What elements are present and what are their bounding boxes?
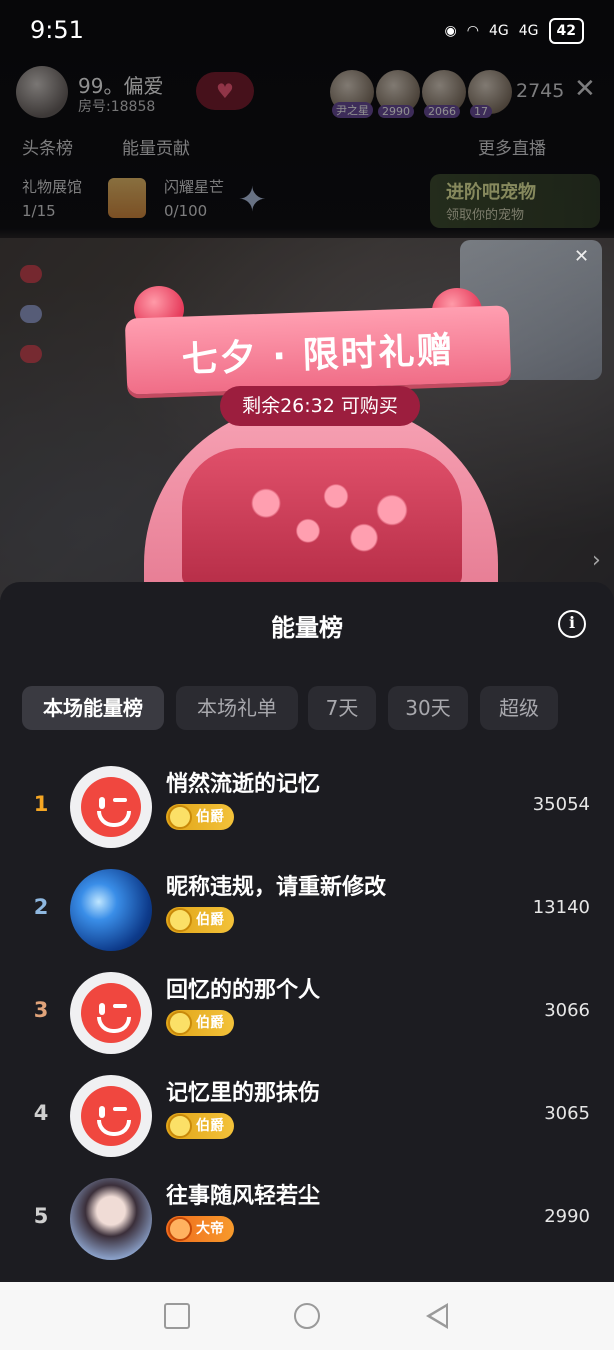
rank-row[interactable]: 5 往事随风轻若尘 大帝 2990 [0,1170,614,1270]
user-name: 昵称违规，请重新修改 [166,875,387,900]
star-label[interactable]: 闪耀星芒 [164,176,224,197]
viewer-badge: 尹之星 [332,102,373,118]
rank-number: 3 [33,998,49,1022]
energy-score: 2990 [544,1206,590,1227]
user-avatar[interactable] [70,869,152,951]
user-name: 记忆里的那抹伤 [166,1081,321,1106]
badge-gem-icon [168,1114,192,1138]
badge-crown-icon [168,1217,192,1241]
recents-square-icon[interactable] [164,1303,190,1329]
promo-title: 七夕 · 限时礼赠 [181,330,456,381]
badge-label: 伯爵 [196,1118,224,1134]
rank-row[interactable]: 4 记忆里的那抹伤 伯爵 3065 [0,1067,614,1167]
host-avatar[interactable] [16,66,68,118]
star-value: 0/100 [164,202,208,220]
viewer-badge: 17 [470,105,492,118]
gift-icon [20,305,42,323]
rank-number: 1 [33,792,49,816]
rank-badge: 伯爵 [166,1113,234,1139]
status-bar: 9:51 ◉ ◠ 4G 4G 42 [0,0,614,62]
wifi-icon: ◠ [466,23,479,39]
promo-timer[interactable]: 剩余26:32 可购买 [220,386,420,426]
badge-label: 大帝 [196,1221,224,1237]
status-time: 9:51 [30,16,84,44]
promo-banner: 七夕 · 限时礼赠 [124,305,512,395]
rank-badge: 伯爵 [166,907,234,933]
room-tabs-row: 头条榜 能量贡献 更多直播 [22,132,600,160]
filter-chip-super[interactable]: 超级 [480,686,558,730]
room-header: 99。偏爱 房号:18858 ♥ 尹之星 2990 2066 17 2745 ✕ [14,64,604,120]
energy-score: 3066 [544,1000,590,1021]
badge-label: 伯爵 [196,1015,224,1031]
rank-row[interactable]: 3 回忆的的那个人 伯爵 3066 [0,964,614,1064]
user-avatar[interactable] [70,972,152,1054]
filter-chip-current-energy[interactable]: 本场能量榜 [22,686,164,730]
viewer-avatar[interactable]: 2990 [376,70,420,118]
energy-score: 35054 [532,794,590,815]
badge-gem-icon [168,1011,192,1035]
gift-shelf-row: 礼物展馆 1/15 闪耀星芒 0/100 ✦ 进阶吧宠物 领取你的宠物 [22,174,600,228]
rank-number: 2 [33,895,49,919]
rank-number: 5 [33,1204,49,1228]
follow-heart-button[interactable]: ♥ [196,72,254,110]
user-avatar[interactable] [70,766,152,848]
signal-icon-1: 4G [488,23,509,39]
side-expand-arrow-icon[interactable]: › [592,548,601,573]
qixi-promo-popup[interactable]: 七夕 · 限时礼赠 剩余26:32 可购买 [108,286,544,586]
gift-box-icon[interactable] [108,178,146,218]
user-name: 回忆的的那个人 [166,978,321,1003]
viewer-count[interactable]: 2745 [516,80,564,102]
filter-chip-gift-list[interactable]: 本场礼单 [176,686,298,730]
mini-camera-close-icon[interactable]: ✕ [574,246,589,267]
home-circle-icon[interactable] [294,1303,320,1329]
filter-chip-7-days[interactable]: 7天 [308,686,376,730]
rank-badge: 大帝 [166,1216,234,1242]
rank-badge: 伯爵 [166,1010,234,1036]
badge-gem-icon [168,805,192,829]
back-triangle-icon[interactable] [426,1303,448,1329]
info-icon[interactable]: i [558,610,586,638]
pet-promo-card[interactable]: 进阶吧宠物 领取你的宠物 [430,174,600,228]
eye-icon: ◉ [444,23,457,39]
user-avatar[interactable] [70,1178,152,1260]
panel-title: 能量榜 [271,614,343,642]
energy-contribution-tab[interactable]: 能量贡献 [122,134,190,159]
car-icon [20,345,42,363]
viewer-avatar[interactable]: 2066 [422,70,466,118]
viewer-avatar[interactable]: 尹之星 [330,70,374,118]
energy-score: 3065 [544,1103,590,1124]
energy-score: 13140 [532,897,590,918]
viewer-badge: 2990 [378,105,414,118]
user-name: 往事随风轻若尘 [166,1184,321,1209]
gift-gallery-label[interactable]: 礼物展馆 [22,176,82,197]
close-room-icon[interactable]: ✕ [574,74,596,104]
gift-gallery-value: 1/15 [22,202,56,220]
more-live-link[interactable]: 更多直播 [478,134,546,159]
status-icons: ◉ ◠ 4G 4G 42 [445,18,584,44]
viewer-badge: 2066 [424,105,460,118]
badge-gem-icon [168,908,192,932]
viewer-avatar[interactable]: 17 [468,70,512,118]
badge-label: 伯爵 [196,912,224,928]
host-name[interactable]: 99。偏爱 [78,70,163,99]
rank-row[interactable]: 1 悄然流逝的记忆 伯爵 35054 [0,758,614,858]
rank-number: 4 [33,1101,49,1125]
room-number: 房号:18858 [78,99,156,115]
user-avatar[interactable] [70,1075,152,1157]
energy-ranking-panel: 能量榜 i 本场能量榜 本场礼单 7天 30天 超级 1 悄然流逝的记忆 伯爵 … [0,582,614,1282]
filter-chip-30-days[interactable]: 30天 [388,686,468,730]
signal-icon-2: 4G [518,23,539,39]
headlines-tab[interactable]: 头条榜 [22,134,73,159]
rank-badge: 伯爵 [166,804,234,830]
battery-indicator: 42 [548,18,584,44]
system-navigation-bar [0,1282,614,1350]
pet-promo-title: 进阶吧宠物 [446,182,536,203]
rank-row[interactable]: 2 昵称违规，请重新修改 伯爵 13140 [0,861,614,961]
rose-icon [20,265,42,283]
badge-label: 伯爵 [196,809,224,825]
star-crown-icon[interactable]: ✦ [238,180,267,220]
pet-promo-subtitle: 领取你的宠物 [446,208,525,223]
rose-bouquet-image [182,448,462,586]
user-name: 悄然流逝的记忆 [166,772,321,797]
